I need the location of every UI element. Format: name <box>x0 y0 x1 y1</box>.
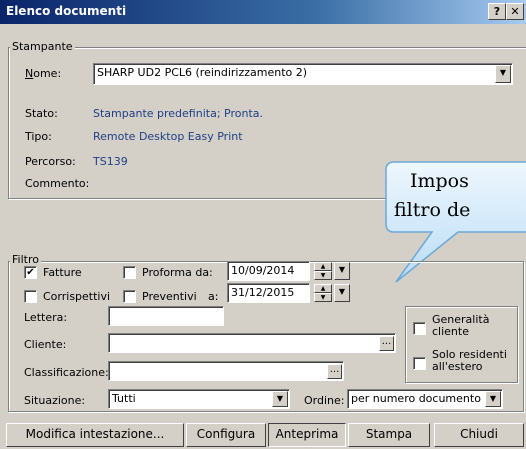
date-from-up-button[interactable]: ▲ <box>314 262 332 271</box>
close-window-button[interactable]: ✕ <box>506 3 524 20</box>
classification-browse-button[interactable]: ... <box>327 364 342 379</box>
type-value: Remote Desktop Easy Print <box>93 130 243 143</box>
date-from-input[interactable]: 10/09/2014 <box>227 261 310 281</box>
date-to-value: 31/12/2015 <box>231 286 295 299</box>
letter-label: Lettera: <box>24 311 68 324</box>
path-value: TS139 <box>93 155 128 168</box>
chevron-down-icon: ▼ <box>338 265 346 274</box>
configure-button[interactable]: Configura <box>186 423 266 447</box>
preview-button[interactable]: Anteprima <box>268 423 346 447</box>
filter-group-label: Filtro <box>10 253 41 266</box>
date-from-down-button[interactable]: ▼ <box>314 271 332 280</box>
date-to-label: a: <box>208 290 219 303</box>
date-to-calendar-button[interactable]: ▼ <box>334 284 350 302</box>
situation-dropdown-button[interactable]: ▼ <box>272 391 288 407</box>
classification-input[interactable] <box>108 361 344 381</box>
generality-checkbox[interactable] <box>413 322 426 335</box>
printer-name-select[interactable]: SHARP UD2 PCL6 (reindirizzamento 2) <box>93 63 513 85</box>
chevron-down-icon: ▼ <box>489 394 497 403</box>
chevron-down-icon: ▼ <box>276 394 284 403</box>
letter-input[interactable] <box>108 306 224 326</box>
printer-name-value: SHARP UD2 PCL6 (reindirizzamento 2) <box>97 66 308 79</box>
foreign-label: Solo residenti all'estero <box>432 348 507 373</box>
proforma-checkbox[interactable] <box>123 266 136 279</box>
customer-input[interactable] <box>108 333 396 353</box>
situation-select[interactable]: Tutti <box>108 389 290 409</box>
fees-label: Corrispettivi <box>43 290 111 303</box>
date-from-value: 10/09/2014 <box>231 264 295 277</box>
printer-dropdown-button[interactable]: ▼ <box>495 65 511 83</box>
close-button[interactable]: Chiudi <box>434 423 524 447</box>
edit-header-button[interactable]: Modifica intestazione... <box>6 423 184 447</box>
chevron-down-icon: ▼ <box>338 287 346 296</box>
order-value: per numero documento <box>351 392 481 405</box>
proforma-label: Proforma da: <box>142 266 213 279</box>
printer-group-label: Stampante <box>10 40 75 53</box>
fees-checkbox[interactable] <box>24 290 37 303</box>
customer-browse-button[interactable]: ... <box>379 336 394 351</box>
callout-line-2: filtro de <box>394 199 471 221</box>
status-value: Stampante predefinita; Pronta. <box>93 107 263 120</box>
callout-line-1: Impos <box>410 170 469 192</box>
situation-value: Tutti <box>112 392 136 405</box>
help-button[interactable]: ? <box>488 3 506 20</box>
quotes-checkbox[interactable] <box>123 290 136 303</box>
classification-label: Classificazione: <box>24 366 109 379</box>
order-label: Ordine: <box>304 394 345 407</box>
window-title: Elenco documenti <box>6 4 127 18</box>
quotes-label: Preventivi <box>142 290 197 303</box>
date-to-up-button[interactable]: ▲ <box>314 284 332 293</box>
invoices-label: Fatture <box>43 266 82 279</box>
status-label: Stato: <box>25 107 58 120</box>
invoices-checkbox[interactable]: ✔ <box>24 266 37 279</box>
situation-label: Situazione: <box>24 394 86 407</box>
order-select[interactable]: per numero documento <box>347 389 503 409</box>
chevron-down-icon: ▼ <box>499 68 507 77</box>
comment-label: Commento: <box>25 177 90 190</box>
date-to-input[interactable]: 31/12/2015 <box>227 283 310 303</box>
foreign-checkbox[interactable] <box>413 357 426 370</box>
print-button[interactable]: Stampa <box>348 423 430 447</box>
path-label: Percorso: <box>25 155 76 168</box>
type-label: Tipo: <box>25 130 52 143</box>
printer-name-label: Nome: <box>25 67 62 80</box>
date-from-calendar-button[interactable]: ▼ <box>334 262 350 280</box>
generality-label: Generalità cliente <box>432 313 490 338</box>
customer-label: Cliente: <box>24 338 67 351</box>
date-to-down-button[interactable]: ▼ <box>314 293 332 302</box>
checkmark-icon: ✔ <box>26 267 35 278</box>
order-dropdown-button[interactable]: ▼ <box>485 391 501 407</box>
